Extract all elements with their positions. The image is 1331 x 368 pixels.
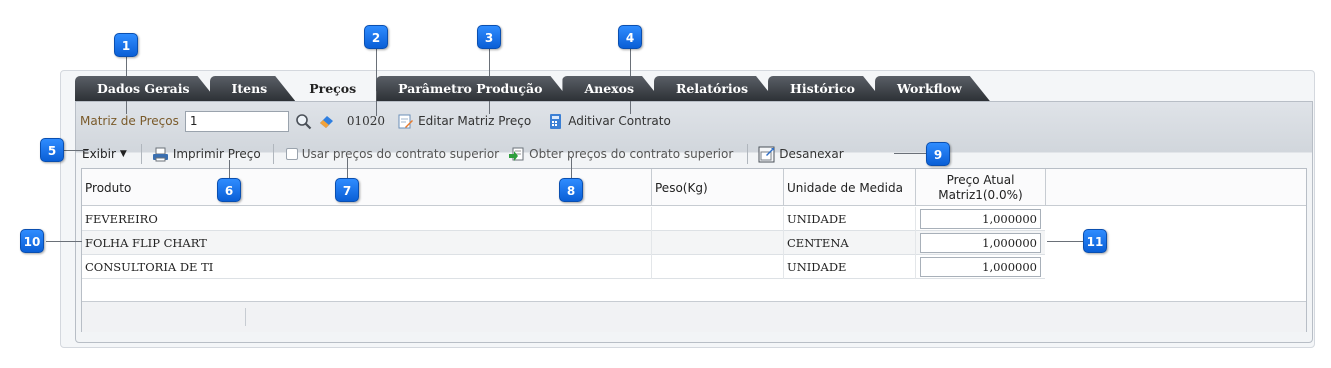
caret-down-icon: ▼: [119, 149, 127, 159]
tab-relatorios[interactable]: Relatórios: [654, 76, 776, 101]
aditivar-contrato-button[interactable]: Aditivar Contrato: [547, 113, 671, 130]
editar-matriz-label: Editar Matriz Preço: [418, 114, 532, 128]
search-icon[interactable]: [295, 113, 312, 130]
callout-line: [64, 150, 88, 151]
callout-line: [229, 160, 230, 178]
callout-line: [894, 153, 926, 154]
table-row[interactable]: FEVEREIRO UNIDADE 1,000000: [82, 207, 1045, 231]
cell-peso: [652, 255, 784, 279]
callout-badge: 9: [926, 142, 950, 166]
preco-input[interactable]: 1,000000: [920, 233, 1041, 253]
callout-line: [1047, 241, 1083, 242]
usar-precos-label: Usar preços do contrato superior: [301, 147, 500, 161]
table-row[interactable]: CONSULTORIA DE TI UNIDADE 1,000000: [82, 255, 1045, 279]
matriz-input[interactable]: [184, 110, 289, 132]
cell-unidade: UNIDADE: [784, 255, 916, 279]
detach-icon: [758, 146, 775, 163]
toolbar-separator: [747, 144, 749, 164]
table-header: Produto Peso(Kg) Unidade de Medida Preço…: [82, 169, 1306, 206]
aditivar-contrato-label: Aditivar Contrato: [568, 114, 671, 128]
tab-parametro-producao[interactable]: Parâmetro Produção: [376, 76, 570, 101]
callout-badge: 1: [114, 33, 138, 57]
tab-itens[interactable]: Itens: [210, 76, 296, 101]
matriz-label: Matriz de Preços: [80, 114, 179, 128]
printer-icon: [152, 146, 169, 163]
callout-badge: 10: [20, 229, 44, 253]
preco-input[interactable]: 1,000000: [920, 209, 1041, 229]
column-header-preco[interactable]: Preço Atual Matriz1(0.0%): [916, 169, 1046, 206]
column-header-unidade[interactable]: Unidade de Medida: [784, 169, 916, 206]
edit-document-icon: [397, 113, 414, 130]
callout-line: [347, 158, 348, 180]
column-header-peso[interactable]: Peso(Kg): [652, 169, 784, 206]
usar-precos-checkbox-row[interactable]: Usar preços do contrato superior: [285, 147, 500, 161]
cell-unidade: UNIDADE: [784, 207, 916, 231]
footer-divider: [245, 308, 246, 326]
tab-dados-gerais[interactable]: Dados Gerais: [75, 76, 218, 101]
precos-toolbar: Exibir ▼ Imprimir Preço Usar preços do c…: [78, 141, 844, 167]
tab-historico[interactable]: Histórico: [768, 76, 883, 101]
usar-precos-checkbox[interactable]: [285, 148, 298, 160]
obter-precos-button[interactable]: Obter preços do contrato superior: [508, 146, 733, 163]
table-footer: [82, 301, 1306, 332]
editar-matriz-button[interactable]: Editar Matriz Preço: [397, 113, 531, 130]
preco-header-line2: Matriz1(0.0%): [938, 187, 1023, 202]
tab-workflow[interactable]: Workflow: [875, 76, 990, 101]
table-row[interactable]: FOLHA FLIP CHART CENTENA 1,000000: [82, 231, 1045, 255]
cell-produto: FOLHA FLIP CHART: [82, 231, 652, 255]
callout-line: [46, 241, 82, 242]
desanexar-button[interactable]: Desanexar: [758, 146, 844, 163]
callout-line: [571, 158, 572, 180]
desanexar-label: Desanexar: [779, 147, 844, 161]
tab-precos[interactable]: Preços: [287, 76, 384, 101]
cell-produto: FEVEREIRO: [82, 207, 652, 231]
cell-unidade: CENTENA: [784, 231, 916, 255]
callout-badge: 4: [618, 25, 642, 49]
cell-peso: [652, 231, 784, 255]
callout-badge: 8: [559, 178, 583, 202]
toolbar-separator: [140, 144, 142, 164]
tab-bar: Dados Gerais Itens Preços Parâmetro Prod…: [75, 76, 982, 101]
callout-badge: 7: [335, 178, 359, 202]
tab-anexos[interactable]: Anexos: [562, 76, 662, 101]
imprimir-preco-button[interactable]: Imprimir Preço: [152, 146, 261, 163]
imprimir-preco-label: Imprimir Preço: [172, 147, 261, 161]
precos-table: Produto Peso(Kg) Unidade de Medida Preço…: [81, 168, 1307, 332]
eraser-icon[interactable]: [318, 113, 335, 130]
preco-header-line1: Preço Atual: [946, 172, 1015, 187]
obter-precos-label: Obter preços do contrato superior: [529, 147, 734, 161]
callout-badge: 3: [477, 25, 501, 49]
callout-badge: 11: [1083, 229, 1107, 253]
matriz-code: 01020: [346, 114, 386, 128]
callout-badge: 2: [364, 25, 388, 49]
cell-produto: CONSULTORIA DE TI: [82, 255, 652, 279]
preco-input[interactable]: 1,000000: [920, 257, 1041, 277]
import-prices-icon: [508, 146, 525, 163]
cell-peso: [652, 207, 784, 231]
calculator-icon: [547, 113, 564, 130]
callout-badge: 5: [40, 138, 64, 162]
toolbar-separator: [272, 144, 274, 164]
callout-badge: 6: [217, 178, 241, 202]
